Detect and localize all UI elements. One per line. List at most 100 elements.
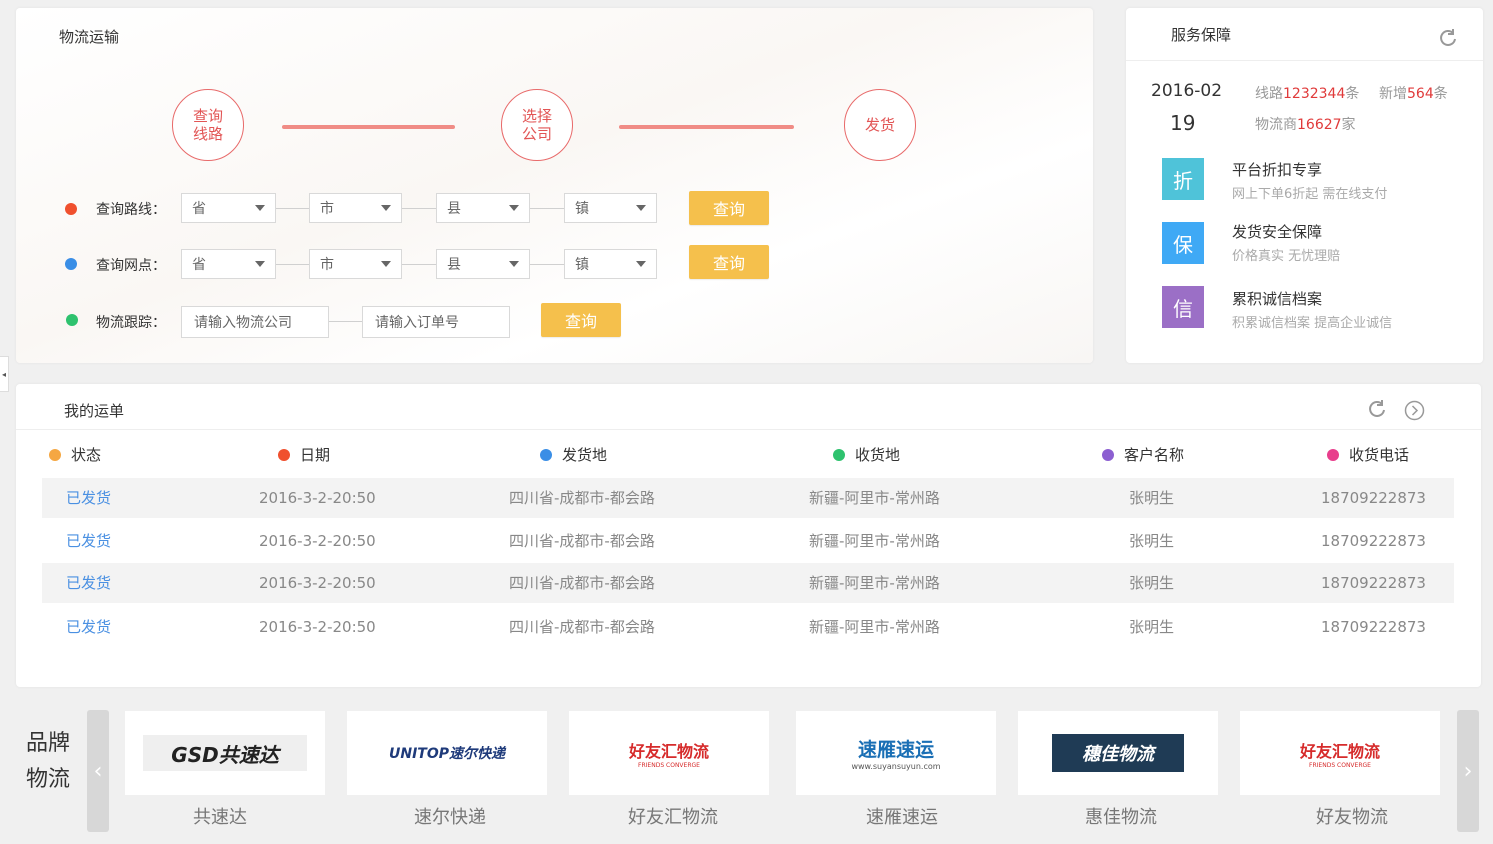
brand-card-suyan[interactable]: 速雁速运 www.suyansuyun.com: [796, 711, 996, 795]
cell-destination: 新疆-阿里市-常州路: [809, 618, 940, 636]
column-dot: [278, 448, 290, 461]
brand-logo-subtitle: FRIENDS CONVERGE: [638, 761, 700, 769]
order-number-input[interactable]: 请输入订单号: [362, 306, 510, 338]
credit-icon: 信: [1162, 286, 1204, 328]
brand-prev-button[interactable]: ‹: [87, 710, 109, 832]
routes-stat: 线路1232344条: [1255, 83, 1359, 103]
chevron-down-icon: [636, 261, 646, 267]
discount-sub: 网上下单6折起 需在线支付: [1232, 187, 1388, 202]
route-county-select[interactable]: 县: [436, 193, 530, 223]
outlet-query-button[interactable]: 查询: [689, 245, 769, 279]
outlet-town-select[interactable]: 镇: [564, 249, 657, 279]
column-header-status[interactable]: 状态: [49, 444, 101, 465]
route-town-select[interactable]: 镇: [564, 193, 657, 223]
select-value: 镇: [575, 257, 589, 273]
step-query-route[interactable]: 查询 线路: [172, 89, 244, 161]
stat-unit: 条: [1345, 86, 1360, 102]
credit-sub: 积累诚信档案 提高企业诚信: [1232, 316, 1393, 331]
route-province-select[interactable]: 省: [181, 193, 276, 223]
table-row[interactable]: 已发货 2016-3-2-20:50 四川省-成都市-都会路 新疆-阿里市-常州…: [42, 607, 1454, 647]
cell-date: 2016-3-2-20:50: [259, 618, 376, 636]
brand-card-huijia[interactable]: 穗佳物流: [1018, 711, 1218, 795]
outlet-county-select[interactable]: 县: [436, 249, 530, 279]
column-header-date[interactable]: 日期: [278, 444, 330, 465]
brand-logo: 速雁速运: [857, 739, 934, 761]
waybill-title: 我的运单: [64, 402, 125, 420]
waybill-panel: 我的运单 状态 日期 发货地 收货地 客户名称 收货电话 已发货 2016-3-…: [16, 384, 1481, 687]
column-header-phone[interactable]: 收货电话: [1327, 444, 1409, 465]
carriers-stat: 物流商16627家: [1255, 114, 1356, 134]
sidebar-collapse-tab[interactable]: ◂: [0, 356, 9, 392]
chevron-down-icon: [381, 205, 391, 211]
cell-status[interactable]: 已发货: [66, 563, 111, 603]
brand-logo: GSD共速达: [143, 735, 307, 771]
date-year-month: 2016-02: [1151, 81, 1223, 101]
cell-destination: 新疆-阿里市-常州路: [809, 489, 940, 507]
discount-title[interactable]: 平台折扣专享: [1232, 159, 1322, 180]
table-row[interactable]: 已发货 2016-3-2-20:50 四川省-成都市-都会路 新疆-阿里市-常州…: [42, 563, 1454, 603]
tracking-label: 物流跟踪：: [96, 315, 166, 331]
step-ship[interactable]: 发货: [844, 89, 916, 161]
service-panel: 服务保障 2016-02 19 线路1232344条 新增564条 物流商166…: [1126, 8, 1483, 363]
refresh-icon[interactable]: [1367, 399, 1387, 419]
brand-name[interactable]: 速尔快递: [350, 803, 550, 829]
input-connector: [329, 321, 362, 322]
cell-status[interactable]: 已发货: [66, 478, 111, 518]
outlet-label: 查询网点：: [96, 258, 166, 274]
chevron-down-icon: [509, 261, 519, 267]
carriers-count: 16627: [1297, 117, 1342, 133]
outlet-city-select[interactable]: 市: [309, 249, 402, 279]
brand-name[interactable]: 惠佳物流: [1021, 803, 1221, 829]
select-value: 省: [192, 201, 206, 217]
select-connector: [530, 208, 564, 209]
guarantee-sub: 价格真实 无忧理赔: [1232, 249, 1341, 264]
stat-unit: 家: [1341, 117, 1356, 133]
brand-name[interactable]: 共速达: [120, 803, 320, 829]
step-select-company[interactable]: 选择 公司: [501, 89, 573, 161]
stat-unit: 条: [1433, 86, 1448, 102]
routes-count: 1232344: [1283, 86, 1346, 102]
column-header-origin[interactable]: 发货地: [540, 444, 607, 465]
column-label: 状态: [71, 446, 102, 464]
table-row[interactable]: 已发货 2016-3-2-20:50 四川省-成都市-都会路 新疆-阿里市-常州…: [42, 521, 1454, 561]
chevron-down-icon: [255, 261, 265, 267]
outlet-province-select[interactable]: 省: [181, 249, 276, 279]
discount-icon: 折: [1162, 158, 1204, 200]
select-value: 市: [320, 201, 334, 217]
brand-card-haoyouhui[interactable]: 好友汇物流 FRIENDS CONVERGE: [569, 711, 769, 795]
cell-phone: 18709222873: [1321, 574, 1426, 592]
credit-title[interactable]: 累积诚信档案: [1232, 288, 1322, 309]
route-label: 查询路线：: [96, 202, 166, 218]
brand-card-haoyou[interactable]: 好友汇物流 FRIENDS CONVERGE: [1240, 711, 1440, 795]
brand-next-button[interactable]: ›: [1457, 710, 1479, 832]
cell-date: 2016-3-2-20:50: [259, 489, 376, 507]
column-dot: [1102, 448, 1114, 461]
brand-name[interactable]: 速雁速运: [802, 803, 1002, 829]
brand-card-gongsuda[interactable]: GSD共速达: [125, 711, 325, 795]
brand-card-suer[interactable]: UNITOP速尔快递: [347, 711, 547, 795]
column-label: 发货地: [562, 446, 608, 464]
table-row[interactable]: 已发货 2016-3-2-20:50 四川省-成都市-都会路 新疆-阿里市-常州…: [42, 478, 1454, 518]
guarantee-title[interactable]: 发货安全保障: [1232, 221, 1322, 242]
route-city-select[interactable]: 市: [309, 193, 402, 223]
chevron-down-icon: [255, 205, 265, 211]
divider: [1126, 60, 1483, 61]
chevron-right-circle-icon[interactable]: [1404, 400, 1425, 421]
brand-name[interactable]: 好友物流: [1252, 803, 1452, 829]
select-connector: [276, 264, 309, 265]
brand-name[interactable]: 好友汇物流: [573, 803, 773, 829]
cell-customer: 张明生: [1129, 574, 1175, 592]
cell-origin: 四川省-成都市-都会路: [509, 574, 655, 592]
company-input[interactable]: 请输入物流公司: [181, 306, 329, 338]
cell-status[interactable]: 已发货: [66, 607, 111, 647]
route-query-button[interactable]: 查询: [689, 191, 769, 225]
tracking-query-button[interactable]: 查询: [541, 303, 621, 337]
column-header-destination[interactable]: 收货地: [833, 444, 900, 465]
date-day: 19: [1170, 111, 1196, 135]
column-header-customer[interactable]: 客户名称: [1102, 444, 1184, 465]
cell-status[interactable]: 已发货: [66, 521, 111, 561]
service-title: 服务保障: [1171, 26, 1232, 44]
refresh-icon[interactable]: [1438, 28, 1458, 48]
brand-logo: 好友汇物流: [1299, 741, 1380, 761]
cell-customer: 张明生: [1129, 532, 1175, 550]
